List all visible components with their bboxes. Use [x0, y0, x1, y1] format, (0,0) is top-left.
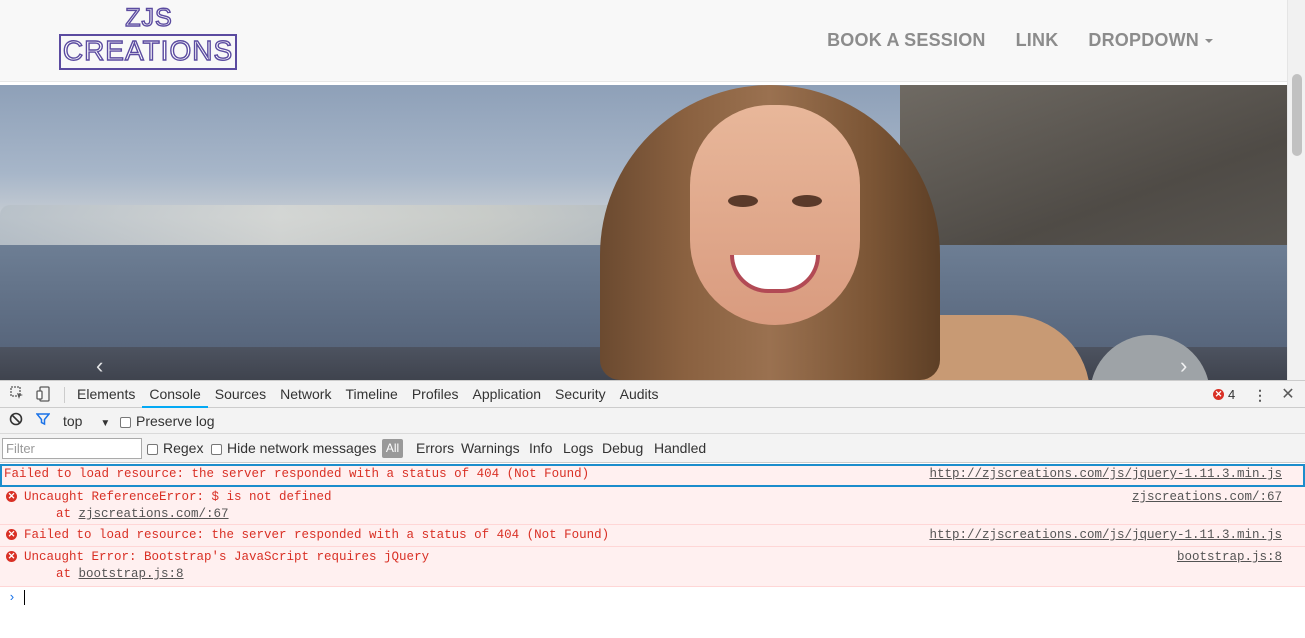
hero-city-skyline: [0, 205, 700, 250]
nav-link[interactable]: LINK: [1016, 30, 1059, 51]
text-caret: [24, 590, 25, 605]
stack-prefix: at: [56, 507, 79, 521]
toolbar-divider: [64, 387, 65, 403]
message-text: Failed to load resource: the server resp…: [24, 528, 610, 542]
tab-profiles[interactable]: Profiles: [405, 381, 466, 408]
context-selector[interactable]: top ▼: [63, 413, 110, 429]
hide-network-option[interactable]: Hide network messages: [211, 440, 376, 456]
console-message[interactable]: Failed to load resource: the server resp…: [0, 464, 1305, 487]
tab-sources[interactable]: Sources: [208, 381, 273, 408]
message-text: Failed to load resource: the server resp…: [4, 467, 590, 481]
stack-link[interactable]: bootstrap.js:8: [79, 567, 184, 581]
hero-person-face: [690, 105, 860, 325]
page-scrollbar-thumb[interactable]: [1292, 74, 1302, 156]
console-message[interactable]: ✕ Uncaught Error: Bootstrap's JavaScript…: [0, 547, 1305, 587]
prompt-chevron-icon: ›: [8, 590, 16, 605]
clear-console-icon[interactable]: [7, 412, 25, 430]
preserve-log-option[interactable]: Preserve log: [120, 413, 215, 429]
nav-dropdown-label: DROPDOWN: [1088, 30, 1199, 50]
message-stack-line: at bootstrap.js:8: [56, 567, 184, 581]
tab-elements[interactable]: Elements: [70, 381, 142, 408]
tab-security[interactable]: Security: [548, 381, 613, 408]
level-handled[interactable]: Handled: [654, 440, 706, 456]
console-prompt[interactable]: ›: [0, 588, 1305, 608]
more-options-icon[interactable]: ⋮: [1251, 386, 1269, 404]
console-filter-bar: Regex Hide network messages All Errors W…: [0, 434, 1305, 463]
site-navbar: ZJS CREATIONS BOOK A SESSION LINK DROPDO…: [0, 0, 1287, 82]
hero-person-smile: [730, 255, 820, 293]
hero-person: [600, 85, 940, 380]
hero-carousel-image: ‹ ›: [0, 85, 1287, 380]
hide-network-label: Hide network messages: [227, 440, 377, 456]
regex-label: Regex: [163, 440, 204, 456]
tab-timeline[interactable]: Timeline: [338, 381, 404, 408]
level-all-button[interactable]: All: [382, 439, 403, 458]
nav-book-a-session[interactable]: BOOK A SESSION: [827, 30, 986, 51]
level-logs[interactable]: Logs: [563, 440, 593, 456]
console-toolbar: top ▼ Preserve log: [0, 408, 1305, 434]
caret-down-icon: [1205, 39, 1213, 44]
message-stack-line: at zjscreations.com/:67: [56, 507, 229, 521]
preserve-log-label: Preserve log: [136, 413, 215, 429]
level-warnings[interactable]: Warnings: [461, 440, 520, 456]
error-count: 4: [1228, 387, 1236, 402]
devtools-tabbar: Elements Console Sources Network Timelin…: [0, 381, 1305, 408]
close-devtools-icon[interactable]: ✕: [1279, 386, 1297, 404]
hide-network-checkbox[interactable]: [211, 443, 222, 455]
tab-network[interactable]: Network: [273, 381, 338, 408]
hero-person-eye-left: [728, 195, 758, 207]
level-info[interactable]: Info: [529, 440, 552, 456]
message-text: Uncaught ReferenceError: $ is not define…: [24, 490, 332, 504]
error-count-badge[interactable]: ✕ 4: [1213, 387, 1235, 402]
stack-prefix: at: [56, 567, 79, 581]
regex-checkbox[interactable]: [147, 443, 158, 455]
preserve-log-checkbox[interactable]: [120, 416, 131, 428]
error-icon: ✕: [6, 491, 17, 502]
inspect-element-icon[interactable]: [8, 386, 26, 404]
message-source-link[interactable]: zjscreations.com/:67: [1132, 490, 1282, 504]
tab-console[interactable]: Console: [142, 381, 208, 408]
console-message[interactable]: ✕ Uncaught ReferenceError: $ is not defi…: [0, 487, 1305, 525]
message-text: Uncaught Error: Bootstrap's JavaScript r…: [24, 550, 430, 564]
console-messages: Failed to load resource: the server resp…: [0, 464, 1305, 587]
carousel-next-button[interactable]: ›: [1180, 353, 1187, 379]
page-scrollbar[interactable]: [1287, 0, 1305, 380]
carousel-prev-button[interactable]: ‹: [96, 353, 103, 379]
site-logo[interactable]: ZJS CREATIONS: [59, 3, 239, 72]
nav-dropdown[interactable]: DROPDOWN: [1088, 30, 1213, 51]
error-icon: ✕: [6, 529, 17, 540]
level-errors[interactable]: Errors: [416, 440, 454, 456]
logo-text-bottom: CREATIONS: [59, 34, 237, 70]
regex-option[interactable]: Regex: [147, 440, 203, 456]
message-source-link[interactable]: bootstrap.js:8: [1177, 550, 1282, 564]
context-selector-value: top: [63, 413, 83, 429]
console-filter-input[interactable]: [2, 438, 142, 459]
error-icon: ✕: [1213, 389, 1224, 400]
devtools-panel: Elements Console Sources Network Timelin…: [0, 380, 1305, 638]
stack-link[interactable]: zjscreations.com/:67: [79, 507, 229, 521]
level-debug[interactable]: Debug: [602, 440, 643, 456]
hero-person-eye-right: [792, 195, 822, 207]
device-toolbar-icon[interactable]: [34, 386, 52, 404]
dropdown-arrow-icon: ▼: [100, 418, 111, 429]
logo-text-top: ZJS: [125, 3, 173, 32]
filter-icon[interactable]: [34, 412, 52, 430]
website-viewport: ZJS CREATIONS BOOK A SESSION LINK DROPDO…: [0, 0, 1305, 380]
tab-application[interactable]: Application: [466, 381, 549, 408]
message-source-link[interactable]: http://zjscreations.com/js/jquery-1.11.3…: [929, 528, 1282, 542]
tab-audits[interactable]: Audits: [613, 381, 666, 408]
site-nav: BOOK A SESSION LINK DROPDOWN: [827, 30, 1213, 51]
error-icon: ✕: [6, 551, 17, 562]
message-source-link[interactable]: http://zjscreations.com/js/jquery-1.11.3…: [929, 467, 1282, 481]
console-message[interactable]: ✕ Failed to load resource: the server re…: [0, 525, 1305, 547]
devtools-tabs: Elements Console Sources Network Timelin…: [70, 381, 666, 408]
